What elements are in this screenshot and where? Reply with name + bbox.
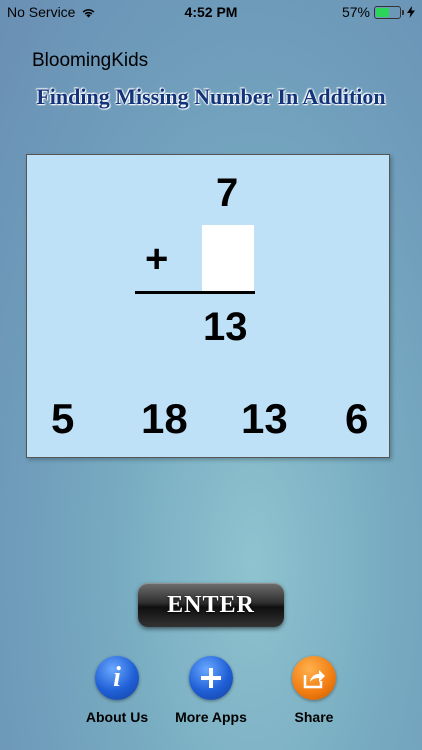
app-name: BloomingKids (32, 50, 149, 71)
more-apps-button[interactable]: More Apps (151, 656, 271, 725)
choice-option[interactable]: 13 (241, 395, 288, 443)
battery-area: 57% (342, 4, 415, 20)
enter-button[interactable]: ENTER (138, 583, 284, 627)
share-button[interactable]: Share (254, 656, 374, 725)
info-icon: i (95, 656, 139, 700)
plus-operator: + (145, 237, 169, 281)
answer-box[interactable] (202, 225, 254, 291)
plus-icon (189, 656, 233, 700)
more-apps-label: More Apps (175, 709, 247, 725)
battery-fill (376, 7, 389, 17)
battery-icon (374, 5, 404, 19)
choice-option[interactable]: 6 (345, 395, 368, 443)
sum-number: 13 (203, 305, 248, 349)
problem-card: 7 + 13 5 18 13 6 (26, 154, 390, 458)
share-icon (292, 656, 336, 700)
battery-percent: 57% (341, 4, 370, 20)
charging-icon (407, 6, 415, 18)
choice-option[interactable]: 5 (51, 395, 74, 443)
status-bar: No Service 4:52 PM 57% (0, 0, 422, 24)
share-label: Share (294, 709, 334, 725)
sum-line (135, 291, 255, 294)
addend-number: 7 (216, 171, 239, 215)
choice-option[interactable]: 18 (141, 395, 188, 443)
page-title: Finding Missing Number In Addition (36, 84, 386, 109)
